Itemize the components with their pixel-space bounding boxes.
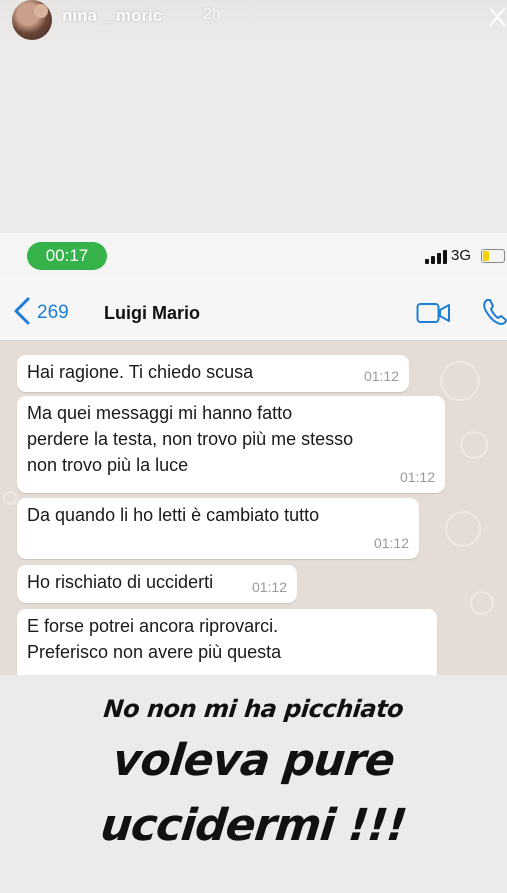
message-text-line: E forse potrei ancora riprovarci. xyxy=(27,616,279,636)
contact-name[interactable]: Luigi Mario xyxy=(104,303,200,324)
chevron-left-icon-svg xyxy=(14,297,30,325)
message-bubble[interactable]: Hai ragione. Ti chiedo scusa 01:12 xyxy=(17,355,409,392)
phone-icon[interactable] xyxy=(482,298,507,326)
signal-bars-icon xyxy=(425,250,447,264)
story-caption-line: No non mi ha picchiato xyxy=(102,695,405,723)
story-caption-line: voleva pure xyxy=(110,735,397,786)
message-time: 01:12 xyxy=(363,368,399,384)
message-text: Ho rischiato di ucciderti xyxy=(27,572,214,592)
message-bubble[interactable]: E forse potrei ancora riprovarci. Prefer… xyxy=(17,609,437,679)
video-call-icon[interactable] xyxy=(416,302,452,324)
message-text-line: Ma quei messaggi mi hanno fatto xyxy=(27,403,293,423)
message-time: 01:12 xyxy=(251,579,287,595)
avatar[interactable] xyxy=(12,0,52,40)
phone-icon-svg xyxy=(483,299,507,325)
message-text: Da quando li ho letti è cambiato tutto xyxy=(27,505,320,525)
message-bubble[interactable]: Da quando li ho letti è cambiato tutto 0… xyxy=(17,498,419,559)
wallpaper-doodle xyxy=(445,511,481,547)
back-unread-count[interactable]: 269 xyxy=(37,302,69,324)
video-call-icon-svg xyxy=(416,303,450,323)
message-time: 01:12 xyxy=(373,535,409,551)
call-timer-pill[interactable]: 00:17 xyxy=(27,242,107,270)
wallpaper-doodle xyxy=(470,591,494,615)
battery-level xyxy=(483,251,489,261)
battery-icon xyxy=(481,249,505,263)
close-icon[interactable] xyxy=(488,2,507,32)
close-icon-svg xyxy=(489,7,506,27)
story-caption-line: uccidermi !!! xyxy=(98,800,409,851)
network-type: 3G xyxy=(451,247,472,264)
message-bubble[interactable]: Ma quei messaggi mi hanno fatto perdere … xyxy=(17,396,445,493)
story-username[interactable]: nina__moric xyxy=(62,6,162,26)
message-text-line: non trovo più la luce xyxy=(27,455,189,475)
message-bubble[interactable]: Ho rischiato di ucciderti 01:12 xyxy=(17,565,297,603)
wallpaper-doodle xyxy=(440,361,480,401)
wallpaper-doodle xyxy=(3,491,17,505)
message-time: 01:12 xyxy=(399,469,435,485)
chevron-left-icon[interactable] xyxy=(12,296,32,326)
story-timestamp: 2h xyxy=(203,6,221,23)
message-text: Hai ragione. Ti chiedo scusa xyxy=(27,362,254,382)
message-text-line: Preferisco non avere più questa xyxy=(27,642,282,662)
message-text-line: perdere la testa, non trovo più me stess… xyxy=(27,429,354,449)
wallpaper-doodle xyxy=(460,431,488,459)
